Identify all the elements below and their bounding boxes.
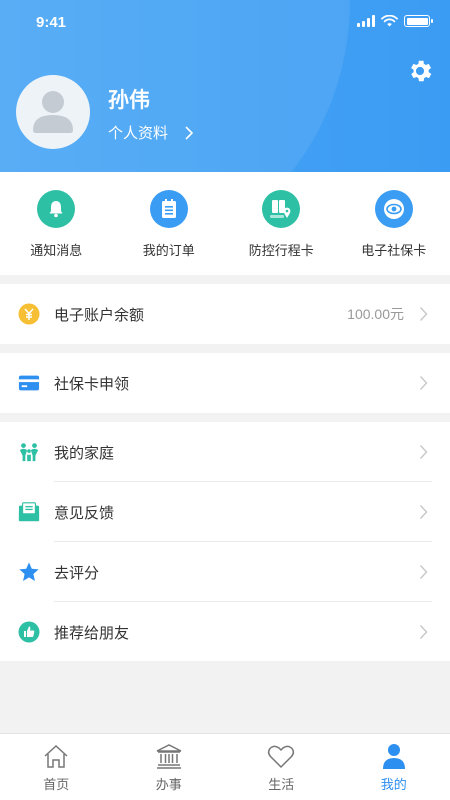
profile-link-label: 个人资料	[108, 124, 169, 142]
person-icon	[380, 742, 408, 770]
status-time: 9:41	[36, 14, 67, 31]
chevron-right-icon	[185, 125, 194, 140]
social-card-label: 社保卡申领	[54, 374, 130, 393]
tab-life[interactable]: 生活	[225, 734, 338, 800]
social-card-application-row[interactable]: 社保卡申领	[0, 353, 450, 413]
chevron-right-icon	[419, 307, 428, 321]
tab-label: 生活	[268, 778, 295, 793]
feedback-mail-icon	[18, 501, 40, 523]
heart-icon	[267, 742, 295, 770]
profile-details-link[interactable]: 个人资料	[108, 122, 194, 143]
cellular-signal-icon	[357, 15, 375, 27]
tab-mine[interactable]: 我的	[338, 734, 450, 800]
menu-item-recommend[interactable]: 推荐给朋友	[0, 602, 450, 662]
social-security-card-icon	[374, 190, 413, 228]
bank-card-icon	[18, 372, 40, 394]
tab-label: 我的	[380, 778, 407, 793]
quick-action-orders[interactable]: 我的订单	[113, 172, 226, 275]
settings-gear-icon[interactable]	[406, 57, 434, 85]
yuan-coin-icon	[18, 303, 40, 325]
bottom-tab-bar: 首页 办事 生活 我的	[0, 733, 450, 800]
balance-panel: 电子账户余额 100.00元	[0, 284, 450, 344]
chevron-right-icon	[419, 445, 428, 459]
social-card-panel: 社保卡申领	[0, 353, 450, 413]
settings-menu: 我的家庭 意见反馈 去评分 推荐给朋友	[0, 422, 450, 661]
tab-label: 办事	[155, 778, 182, 793]
balance-label: 电子账户余额	[54, 305, 145, 324]
tab-label: 首页	[43, 778, 70, 793]
quick-action-social-security-card[interactable]: 电子社保卡	[338, 172, 450, 275]
quick-action-label: 我的订单	[142, 244, 195, 259]
order-list-icon	[149, 190, 188, 228]
chevron-right-icon	[419, 625, 428, 639]
menu-item-label: 意见反馈	[54, 503, 115, 522]
quick-action-notifications[interactable]: 通知消息	[0, 172, 113, 275]
status-icons	[357, 15, 433, 27]
chevron-right-icon	[419, 505, 428, 519]
profile-header: 9:41 孙伟 个人资料	[0, 0, 450, 172]
tab-services[interactable]: 办事	[113, 734, 226, 800]
chevron-right-icon	[419, 376, 428, 390]
avatar[interactable]	[16, 75, 90, 149]
menu-item-my-family[interactable]: 我的家庭	[0, 422, 450, 482]
default-avatar-icon	[33, 91, 73, 133]
quick-action-label: 防控行程卡	[248, 244, 314, 259]
wifi-icon	[381, 15, 398, 27]
family-icon	[18, 441, 40, 463]
menu-item-label: 我的家庭	[54, 443, 115, 462]
thumbs-up-icon	[18, 621, 40, 643]
status-bar: 9:41	[0, 0, 450, 48]
battery-icon	[404, 15, 433, 27]
chevron-right-icon	[419, 565, 428, 579]
menu-item-label: 去评分	[54, 563, 100, 582]
balance-row[interactable]: 电子账户余额 100.00元	[0, 284, 450, 344]
quick-action-itinerary-card[interactable]: 防控行程卡	[225, 172, 338, 275]
quick-action-label: 通知消息	[30, 244, 83, 259]
balance-value: 100.00元	[347, 306, 404, 322]
menu-item-feedback[interactable]: 意见反馈	[0, 482, 450, 542]
quick-action-label: 电子社保卡	[361, 244, 427, 259]
tab-home[interactable]: 首页	[0, 734, 113, 800]
itinerary-card-icon	[262, 190, 301, 228]
home-icon	[42, 742, 70, 770]
star-icon	[18, 561, 40, 583]
government-building-icon	[155, 742, 183, 770]
menu-item-rate[interactable]: 去评分	[0, 542, 450, 602]
bell-icon	[37, 190, 76, 228]
user-name: 孙伟	[108, 88, 150, 112]
quick-actions: 通知消息 我的订单 防控行程卡 电子社保卡	[0, 172, 450, 275]
menu-item-label: 推荐给朋友	[54, 623, 130, 642]
